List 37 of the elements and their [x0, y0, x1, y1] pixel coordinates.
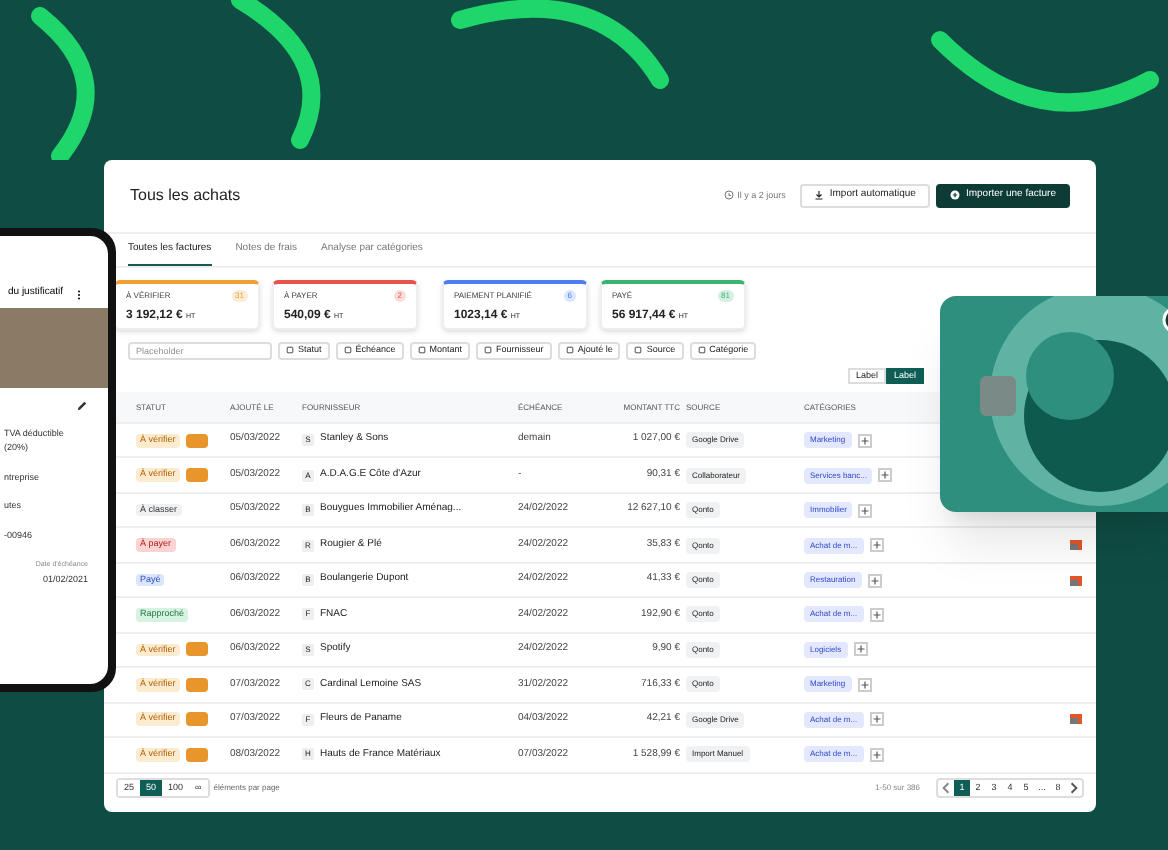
add-button[interactable]	[853, 642, 868, 657]
plus-icon	[860, 505, 871, 516]
add-button[interactable]	[867, 573, 882, 587]
plus-icon	[871, 540, 882, 551]
filter-icon	[417, 346, 426, 355]
add-button[interactable]	[857, 677, 872, 692]
filter-icon	[484, 346, 493, 355]
filter-icon	[286, 346, 294, 355]
edit-icon	[76, 400, 88, 412]
plus-icon	[880, 470, 891, 481]
plus-icon	[859, 679, 870, 690]
filter-icon	[634, 346, 643, 355]
next-button[interactable]	[1066, 780, 1082, 797]
plus-icon	[871, 609, 882, 620]
download-icon	[813, 190, 824, 201]
plus-icon	[871, 714, 882, 725]
filter-icon	[697, 346, 706, 355]
next-icon	[1066, 780, 1082, 797]
add-button[interactable]	[869, 538, 884, 553]
previous-button[interactable]	[938, 780, 954, 797]
plus-icon	[859, 435, 870, 446]
add-button[interactable]	[869, 607, 884, 622]
previous-icon	[938, 780, 954, 797]
page-title: Tous les achats	[130, 183, 243, 208]
add-button[interactable]	[878, 468, 893, 483]
filter-icon	[565, 346, 574, 355]
plus-icon	[869, 575, 880, 585]
add-button[interactable]	[869, 747, 884, 762]
plus-icon	[871, 749, 882, 760]
plus-icon	[855, 644, 866, 655]
add-button[interactable]	[858, 503, 873, 518]
filter-icon	[343, 346, 352, 355]
add-button[interactable]	[869, 712, 884, 727]
clock-icon	[723, 190, 734, 201]
add-button[interactable]	[857, 433, 872, 448]
plus-icon	[949, 190, 960, 201]
photo-placeholder	[0, 308, 108, 388]
